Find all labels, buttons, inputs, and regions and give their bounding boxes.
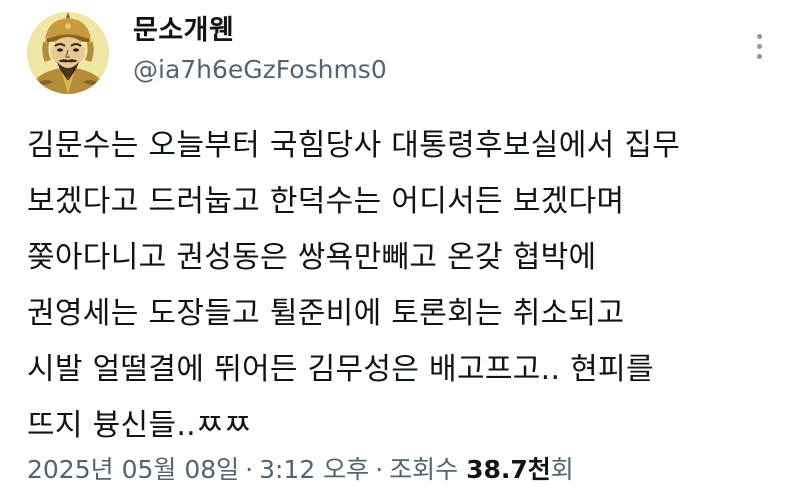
tweet-date-link[interactable]: 2025년 05월 08일 <box>27 455 239 484</box>
tweet-time: 3:12 오후 <box>259 455 370 484</box>
tweet-meta: 2025년 05월 08일 · 3:12 오후 · 조회수 38.7천회 <box>27 452 574 488</box>
views-link[interactable]: 조회수 38.7천회 <box>389 455 574 484</box>
views-count: 38.7천 <box>466 455 551 484</box>
tweet-text-line: 뜨지 븅신들..ㅉㅉ <box>27 408 252 443</box>
views-label: 조회수 <box>389 455 459 484</box>
meta-separator: · <box>245 455 254 484</box>
author-handle[interactable]: @ia7h6eGzFoshms0 <box>133 54 387 86</box>
tweet-text-line: 쫒아다니고 권성동은 쌍욕만빼고 온갖 협박에 <box>27 240 597 275</box>
general-portrait-icon <box>27 12 109 94</box>
tweet-text-line: 김문수는 오늘부터 국힘당사 대통령후보실에서 집무 <box>27 128 681 163</box>
tweet-text: 김문수는 오늘부터 국힘당사 대통령후보실에서 집무 보겠다고 드러눕고 한덕수… <box>27 118 787 454</box>
views-suffix: 회 <box>550 455 574 484</box>
author-avatar[interactable] <box>27 12 109 94</box>
tweet-card: 문소개웬 @ia7h6eGzFoshms0 김문수는 오늘부터 국힘당사 대통령… <box>0 0 800 499</box>
author-display-name[interactable]: 문소개웬 <box>133 14 234 48</box>
tweet-time-link[interactable]: 3:12 오후 <box>259 455 369 484</box>
meta-separator: · <box>375 455 384 484</box>
more-options-button[interactable] <box>746 26 774 66</box>
more-vertical-icon-dot <box>757 54 762 59</box>
more-vertical-icon <box>757 34 762 39</box>
tweet-text-line: 권영세는 도장들고 튈준비에 토론회는 취소되고 <box>27 296 625 331</box>
tweet-text-line: 보겠다고 드러눕고 한덕수는 어디서든 보겠다며 <box>27 184 625 219</box>
more-vertical-icon-dot <box>757 44 762 49</box>
tweet-date: 2025년 05월 08일 <box>27 455 240 484</box>
tweet-text-line: 시발 얼떨결에 뛰어든 김무성은 배고프고.. 현피를 <box>27 352 654 387</box>
